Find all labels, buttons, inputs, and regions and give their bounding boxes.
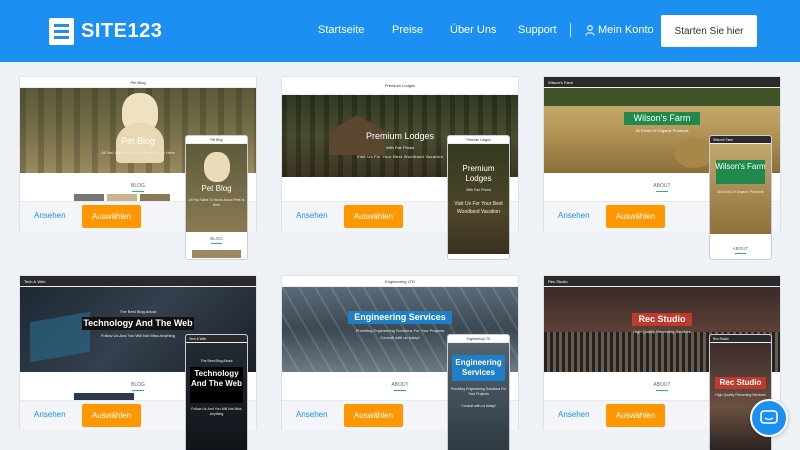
- preview-nav: Pet Blog: [20, 77, 256, 88]
- mobile-nav: Pet Blog: [186, 136, 247, 144]
- nav-link-support[interactable]: Support: [518, 24, 557, 36]
- mobile-hero-subtitle: Providing Engineering Solutions For Your…: [450, 387, 507, 396]
- mobile-hero-title: Engineering Services: [455, 358, 502, 377]
- mobile-hero-title: Pet Blog: [201, 184, 232, 193]
- preview-nav: Engineering LTD: [282, 276, 518, 287]
- mobile-preview-premium-lodges[interactable]: Premium Lodges Premium Lodges With Fair …: [447, 135, 510, 260]
- preview-nav: Premium Lodges: [282, 77, 518, 95]
- nav-link-ueber-uns[interactable]: Über Uns: [450, 24, 496, 36]
- section-underline: [394, 390, 406, 391]
- section-underline: [132, 390, 144, 391]
- mobile-hero-subtitle: With Fair Prices: [466, 188, 491, 192]
- select-button[interactable]: Auswählen: [344, 404, 403, 427]
- mobile-nav: Tech & Web: [186, 335, 247, 343]
- preview-hero-title: Engineering Services: [354, 312, 446, 322]
- my-account-link[interactable]: Mein Konto: [585, 24, 654, 36]
- preview-site-name: Engineering LTD: [385, 278, 415, 284]
- section-underline: [656, 390, 668, 391]
- preview-hero-pretitle: The Best Blog About: [119, 309, 157, 314]
- preview-site-name: Premium Lodges: [384, 83, 416, 88]
- view-button[interactable]: Ansehen: [558, 211, 590, 220]
- mobile-hero-image: Wilson's Farm All Kinds Of Organic Produ…: [710, 144, 771, 234]
- logo-text: SITE123: [81, 20, 163, 42]
- mobile-hero-subtitle: High Quality Recording Services: [715, 393, 766, 397]
- start-here-button[interactable]: Starten Sie hier: [661, 15, 757, 47]
- preview-site-name: Rec Studio: [548, 278, 568, 284]
- select-button[interactable]: Auswählen: [344, 205, 403, 228]
- mobile-section-underline: [211, 243, 222, 244]
- user-icon: [585, 24, 595, 36]
- preview-hero-title: Technology And The Web: [83, 318, 193, 328]
- mobile-hero-tagline: Visit Us For Your Best Woodland Vacation: [454, 201, 503, 215]
- select-button[interactable]: Auswählen: [82, 205, 141, 228]
- mobile-hero-pretitle: The Best Blog About: [200, 359, 233, 363]
- view-button[interactable]: Ansehen: [34, 211, 66, 220]
- select-button[interactable]: Auswählen: [606, 205, 665, 228]
- preview-site-name: Pet Blog: [130, 79, 146, 85]
- mobile-hero-title: Wilson's Farm: [715, 162, 766, 171]
- nav-divider: [570, 23, 571, 37]
- chat-icon: [760, 410, 778, 424]
- select-button[interactable]: Auswählen: [606, 404, 665, 427]
- mobile-hero-title: Rec Studio: [719, 378, 762, 387]
- my-account-label: Mein Konto: [598, 24, 654, 36]
- view-button[interactable]: Ansehen: [296, 410, 328, 419]
- chat-widget-button[interactable]: [750, 399, 788, 437]
- preview-nav: Wilson's Farm: [544, 77, 780, 88]
- mobile-nav: Rec Studio: [710, 335, 771, 343]
- view-button[interactable]: Ansehen: [296, 211, 328, 220]
- mobile-preview-technology-web[interactable]: Tech & Web The Best Blog About Technolog…: [185, 334, 248, 450]
- mobile-section-label: ABOUT: [732, 246, 749, 251]
- view-button[interactable]: Ansehen: [558, 410, 590, 419]
- preview-nav: Rec Studio: [544, 276, 780, 287]
- mobile-section-label: BLOG: [210, 236, 223, 241]
- preview-nav: Tech & Web: [20, 276, 256, 287]
- mobile-hero-subtitle: All Kinds Of Organic Products: [717, 190, 764, 194]
- mobile-hero-image: Pet Blog All You Want To Know About Pets…: [186, 144, 247, 232]
- mobile-hero-title: Premium Lodges: [462, 164, 495, 183]
- logo-icon: [49, 18, 74, 45]
- preview-hero-title: Wilson's Farm: [633, 113, 691, 123]
- mobile-preview-wilsons-farm[interactable]: Wilson's Farm Wilson's Farm All Kinds Of…: [709, 135, 772, 260]
- site-logo[interactable]: SITE123: [49, 18, 162, 45]
- mobile-hero-tagline: Consult with us today!: [461, 404, 496, 408]
- select-button[interactable]: Auswählen: [82, 404, 141, 427]
- preview-site-name: Wilson's Farm: [548, 79, 574, 85]
- mobile-hero-image: Premium Lodges With Fair Prices Visit Us…: [448, 144, 509, 254]
- mobile-nav: Wilson's Farm: [710, 136, 771, 144]
- preview-hero-title: Rec Studio: [638, 314, 686, 324]
- top-header: SITE123 Startseite Preise Über Uns Suppo…: [0, 0, 800, 62]
- mobile-hero-title: Technology And The Web: [191, 369, 242, 388]
- mobile-nav: Premium Lodges: [448, 136, 509, 144]
- nav-link-startseite[interactable]: Startseite: [318, 24, 364, 36]
- section-underline: [656, 191, 668, 192]
- mobile-hero-image: The Best Blog About Technology And The W…: [186, 343, 247, 450]
- mobile-preview-pet-blog[interactable]: Pet Blog Pet Blog All You Want To Know A…: [185, 135, 248, 260]
- mobile-hero-subtitle: All You Want To Know About Pets Is Here: [188, 198, 245, 207]
- mobile-hero-subtitle: Follow Us And You Will Not Miss Anything: [191, 407, 242, 416]
- mobile-hero-image: Engineering Services Providing Engineeri…: [448, 343, 509, 450]
- view-button[interactable]: Ansehen: [34, 410, 66, 419]
- mobile-section-underline: [735, 253, 746, 254]
- nav-link-preise[interactable]: Preise: [392, 24, 423, 36]
- mobile-preview-engineering[interactable]: Engineering LTD Engineering Services Pro…: [447, 334, 510, 450]
- section-underline: [132, 191, 144, 192]
- mobile-nav: Engineering LTD: [448, 335, 509, 343]
- preview-hero-subtitle: All Kinds Of Organic Products: [635, 128, 689, 133]
- preview-hero-subtitle: Providing Engineering Solutions For Your…: [355, 328, 445, 333]
- preview-site-name: Tech & Web: [24, 278, 46, 284]
